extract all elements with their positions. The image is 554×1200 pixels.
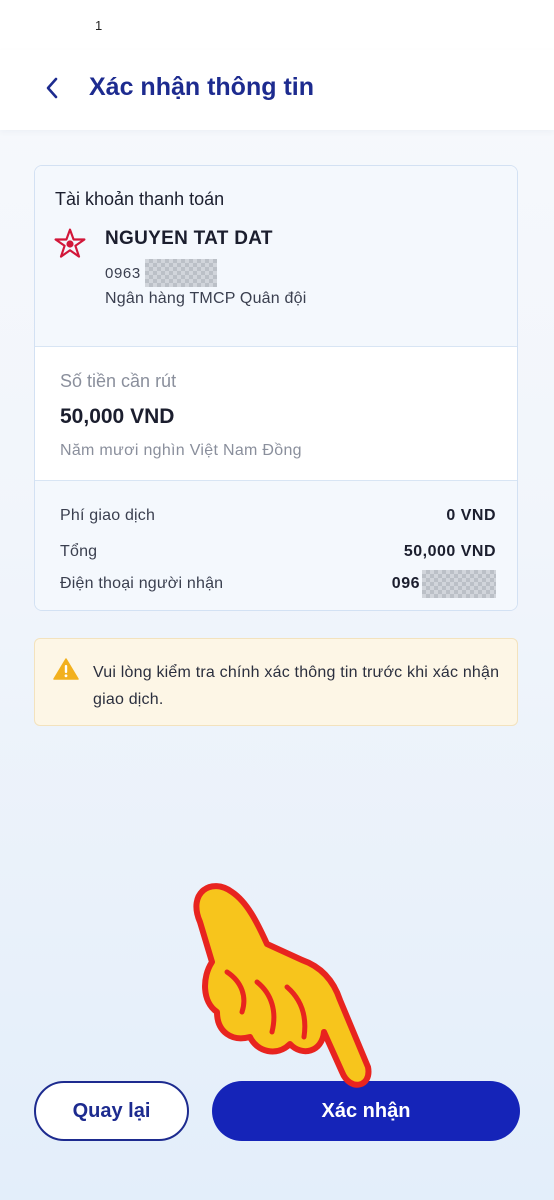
back-button-bottom[interactable]: Quay lại [34, 1081, 189, 1141]
redacted-phone [422, 570, 496, 598]
recipient-phone-label: Điện thoại người nhận [60, 575, 224, 592]
account-number-prefix: 0963 [105, 264, 141, 282]
account-number: 0963 [105, 259, 217, 287]
confirm-button[interactable]: Xác nhận [212, 1081, 520, 1141]
fee-row: Phí giao dịch 0 VND [60, 502, 496, 530]
fee-value: 0 VND [446, 507, 496, 524]
payment-account-section: Tài khoản thanh toán NGUYEN TAT DAT 0963… [35, 166, 517, 347]
amount-label: Số tiền cần rút [60, 371, 177, 391]
warning-text: Vui lòng kiểm tra chính xác thông tin tr… [93, 664, 500, 708]
recipient-phone-row: Điện thoại người nhận 096 [60, 570, 496, 598]
recipient-phone-value: 096 [392, 570, 496, 598]
confirmation-card: Tài khoản thanh toán NGUYEN TAT DAT 0963… [34, 165, 518, 611]
amount-section: Số tiền cần rút 50,000 VND Năm mươi nghì… [35, 347, 517, 481]
recipient-phone-prefix: 096 [391, 575, 420, 592]
warning-triangle-icon [53, 658, 79, 680]
status-bar: 1 [0, 0, 554, 50]
section-title: Tài khoản thanh toán [55, 189, 225, 209]
fee-label: Phí giao dịch [60, 507, 156, 524]
redacted-number [144, 259, 217, 287]
header: Xác nhận thông tin [0, 50, 554, 130]
pointing-hand-icon [193, 883, 372, 1088]
total-label: Tổng [60, 543, 98, 560]
details-section: Phí giao dịch 0 VND Tổng 50,000 VND Điện… [35, 481, 517, 610]
status-text: 1 [95, 18, 103, 33]
page-title: Xác nhận thông tin [89, 73, 314, 101]
amount-in-words: Năm mươi nghìn Việt Nam Đồng [60, 442, 302, 459]
warning-box: Vui lòng kiểm tra chính xác thông tin tr… [34, 638, 518, 726]
account-name: NGUYEN TAT DAT [105, 228, 273, 249]
chevron-left-icon [46, 77, 58, 99]
mb-bank-star-icon [54, 228, 86, 258]
amount-value: 50,000 VND [60, 405, 175, 428]
total-value: 50,000 VND [403, 543, 496, 560]
total-row: Tổng 50,000 VND [60, 538, 496, 566]
back-button[interactable] [34, 70, 70, 106]
bank-name: Ngân hàng TMCP Quân đội [105, 290, 307, 307]
